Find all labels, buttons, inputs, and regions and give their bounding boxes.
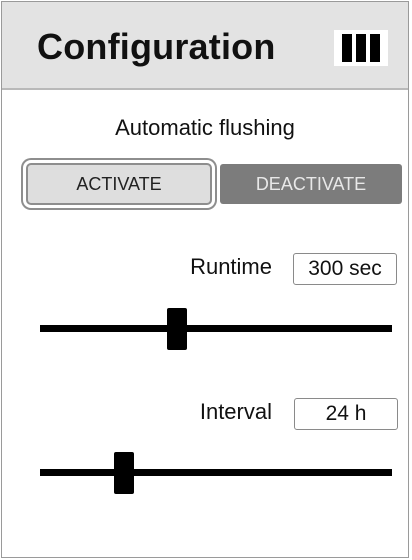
deactivate-button[interactable]: DEACTIVATE — [220, 164, 402, 204]
runtime-value-field[interactable]: 300 sec — [293, 253, 397, 285]
interval-slider-track[interactable] — [40, 469, 392, 476]
menu-bars-icon[interactable] — [334, 30, 388, 66]
runtime-slider-thumb[interactable] — [167, 308, 188, 350]
activate-button[interactable]: ACTIVATE — [26, 163, 212, 205]
automatic-flushing-title: Automatic flushing — [115, 115, 295, 140]
menu-bar-1 — [342, 34, 352, 62]
header-bar: Configuration — [2, 2, 408, 90]
runtime-label: Runtime — [190, 254, 272, 279]
page-title: Configuration — [37, 26, 276, 67]
menu-bar-2 — [356, 34, 366, 62]
menu-bar-3 — [370, 34, 380, 62]
interval-slider-thumb[interactable] — [114, 452, 135, 494]
interval-label: Interval — [199, 399, 272, 424]
configuration-panel: Configuration Automatic flushing ACTIVAT… — [1, 1, 409, 558]
interval-value-field[interactable]: 24 h — [294, 398, 398, 430]
runtime-slider-track[interactable] — [40, 325, 392, 332]
